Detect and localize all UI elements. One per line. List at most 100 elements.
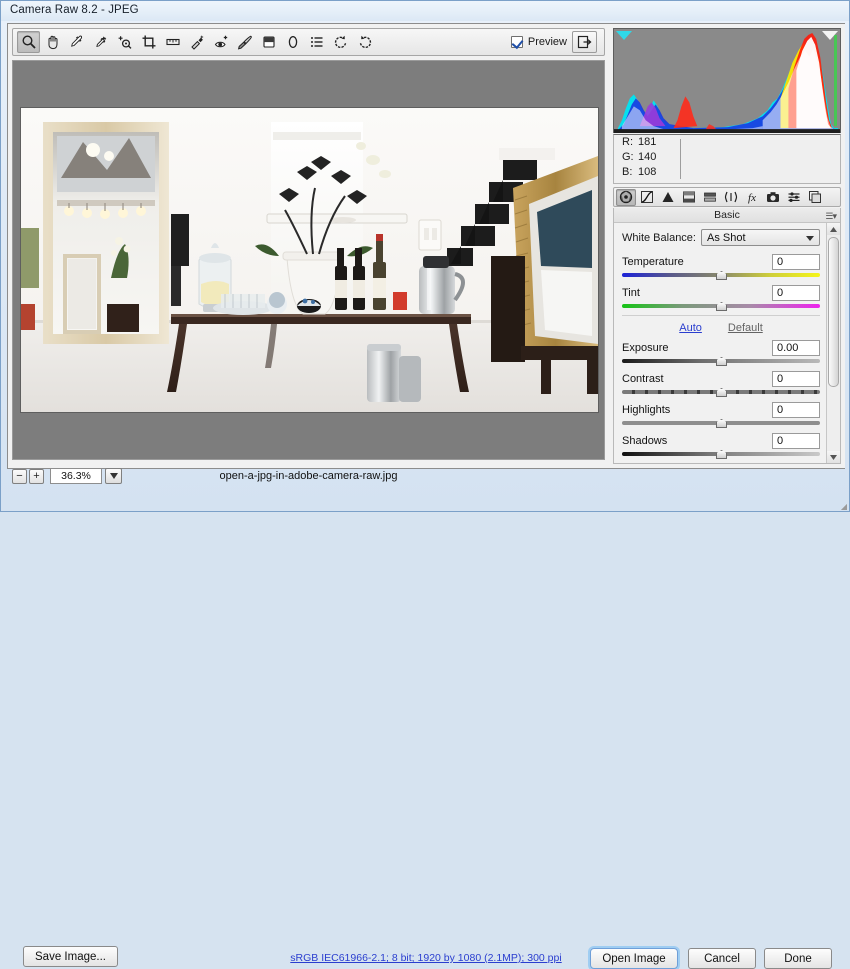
basic-panel-body: White Balance: As Shot Temperature 0 Tin…	[614, 223, 826, 463]
crop-tool[interactable]	[137, 31, 160, 53]
slider-highlights: Highlights 0	[622, 401, 820, 428]
tab-snapshots[interactable]	[805, 189, 825, 206]
rotate-counterclockwise-tool[interactable]	[329, 31, 352, 53]
auto-default-row: Auto Default	[622, 315, 820, 334]
slider-value-temperature[interactable]: 0	[772, 253, 820, 270]
window-title: Camera Raw 8.2 - JPEG	[10, 4, 139, 16]
slider-contrast: Contrast 0	[622, 370, 820, 397]
slider-label-exposure: Exposure	[622, 341, 669, 354]
slider-label-highlights: Highlights	[622, 403, 671, 416]
rgb-row-r: R: 181	[614, 135, 840, 150]
radial-filter-tool[interactable]	[281, 31, 304, 53]
rgb-label-r: R:	[622, 136, 633, 148]
tab-lens-corrections[interactable]	[721, 189, 741, 206]
rgb-value-g: 140	[638, 151, 657, 163]
white-balance-row: White Balance: As Shot	[622, 229, 820, 246]
svg-text:fx: fx	[748, 192, 756, 204]
slider-track-highlights[interactable]	[622, 419, 820, 428]
tab-split-toning[interactable]	[700, 189, 720, 206]
slider-value-tint[interactable]: 0	[772, 284, 820, 301]
shadow-clipping-indicator[interactable]	[616, 31, 632, 40]
tab-detail[interactable]	[658, 189, 678, 206]
photo-preview	[21, 108, 598, 412]
done-button[interactable]: Done	[764, 948, 832, 969]
panel-scrollbar[interactable]	[826, 223, 840, 463]
highlight-clipping-indicator[interactable]	[822, 31, 838, 40]
chevron-down-icon	[806, 236, 814, 241]
panel-scrollbar-thumb[interactable]	[828, 237, 839, 387]
slider-track-temperature[interactable]	[622, 271, 820, 280]
slider-value-highlights[interactable]: 0	[772, 401, 820, 418]
auto-link[interactable]: Auto	[679, 322, 702, 334]
rgb-readout: R: 181 G: 140 B: 108	[613, 134, 841, 184]
rotate-clockwise-tool[interactable]	[353, 31, 376, 53]
image-preview-canvas[interactable]	[12, 60, 605, 460]
slider-track-tint[interactable]	[622, 302, 820, 311]
adjustment-brush-tool[interactable]	[233, 31, 256, 53]
tool-bar: Preview	[12, 28, 605, 56]
zoom-tool[interactable]	[17, 31, 40, 53]
tab-tone-curve[interactable]	[637, 189, 657, 206]
slider-tint: Tint 0	[622, 284, 820, 311]
tab-camera-calibration[interactable]	[763, 189, 783, 206]
scroll-down-arrow-icon[interactable]	[827, 451, 840, 463]
image-area: Preview − + 36.3% open-a-jpg-in-adobe-ca…	[8, 24, 609, 484]
rgb-label-g: G:	[622, 151, 634, 163]
rgb-value-b: 108	[638, 166, 657, 178]
white-balance-select[interactable]: As Shot	[700, 229, 820, 246]
rgb-label-b: B:	[622, 166, 633, 178]
tab-presets[interactable]	[784, 189, 804, 206]
open-preferences-tool[interactable]	[305, 31, 328, 53]
slider-value-exposure[interactable]: 0.00	[772, 339, 820, 356]
slider-label-shadows: Shadows	[622, 434, 668, 447]
slider-track-exposure[interactable]	[622, 357, 820, 366]
slider-value-contrast[interactable]: 0	[772, 370, 820, 387]
spot-removal-tool[interactable]	[185, 31, 208, 53]
slider-value-shadows[interactable]: 0	[772, 432, 820, 449]
cancel-button[interactable]: Cancel	[688, 948, 756, 969]
toggle-fullscreen-mode-button[interactable]	[572, 31, 597, 53]
preview-checkbox[interactable]	[510, 36, 523, 48]
open-image-button[interactable]: Open Image	[590, 948, 678, 969]
histogram-graph	[614, 29, 840, 134]
slider-label-temperature: Temperature	[622, 255, 684, 268]
photo-scene	[21, 108, 598, 412]
preview-control: Preview	[510, 31, 600, 53]
scroll-up-arrow-icon[interactable]	[827, 223, 840, 235]
basic-panel-title: Basic	[714, 209, 740, 221]
histogram-panel[interactable]	[613, 28, 841, 134]
tab-basic[interactable]	[616, 188, 636, 206]
dialog-frame: Preview − + 36.3% open-a-jpg-in-adobe-ca…	[7, 23, 845, 484]
resize-grip-icon[interactable]: ◢	[841, 502, 847, 511]
slider-exposure: Exposure 0.00	[622, 339, 820, 366]
red-eye-removal-tool[interactable]	[209, 31, 232, 53]
graduated-filter-tool[interactable]	[257, 31, 280, 53]
rgb-value-r: 181	[638, 136, 657, 148]
basic-panel: Basic ☰▾ White Balance: As Shot Temperat…	[613, 208, 841, 464]
color-sampler-tool[interactable]	[89, 31, 112, 53]
slider-label-contrast: Contrast	[622, 372, 664, 385]
default-link[interactable]: Default	[728, 322, 763, 334]
white-balance-eyedropper-tool[interactable]	[65, 31, 88, 53]
basic-panel-header: Basic ☰▾	[614, 208, 840, 223]
panel-menu-icon[interactable]: ☰▾	[825, 211, 837, 222]
slider-track-shadows[interactable]	[622, 450, 820, 459]
slider-shadows: Shadows 0	[622, 432, 820, 459]
preview-label: Preview	[527, 36, 567, 48]
slider-track-contrast[interactable]	[622, 388, 820, 397]
tab-effects[interactable]: fx	[742, 189, 762, 206]
dialog-footer: Save Image... sRGB IEC61966-2.1; 8 bit; …	[1, 471, 850, 969]
adjustment-panel-column: R: 181 G: 140 B: 108 fx Basic ☰▾ White B…	[609, 24, 845, 468]
rgb-row-b: B: 108	[614, 165, 840, 180]
tab-hsl-grayscale[interactable]	[679, 189, 699, 206]
window-title-bar: Camera Raw 8.2 - JPEG	[1, 1, 849, 21]
straighten-tool[interactable]	[161, 31, 184, 53]
slider-label-tint: Tint	[622, 286, 640, 299]
rgb-row-g: G: 140	[614, 150, 840, 165]
camera-raw-window: Camera Raw 8.2 - JPEG Preview − + 36.3% …	[0, 0, 850, 969]
white-balance-label: White Balance:	[622, 231, 696, 244]
targeted-adjustment-tool[interactable]	[113, 31, 136, 53]
white-balance-value: As Shot	[706, 232, 746, 244]
rgb-divider	[680, 139, 681, 179]
hand-tool[interactable]	[41, 31, 64, 53]
